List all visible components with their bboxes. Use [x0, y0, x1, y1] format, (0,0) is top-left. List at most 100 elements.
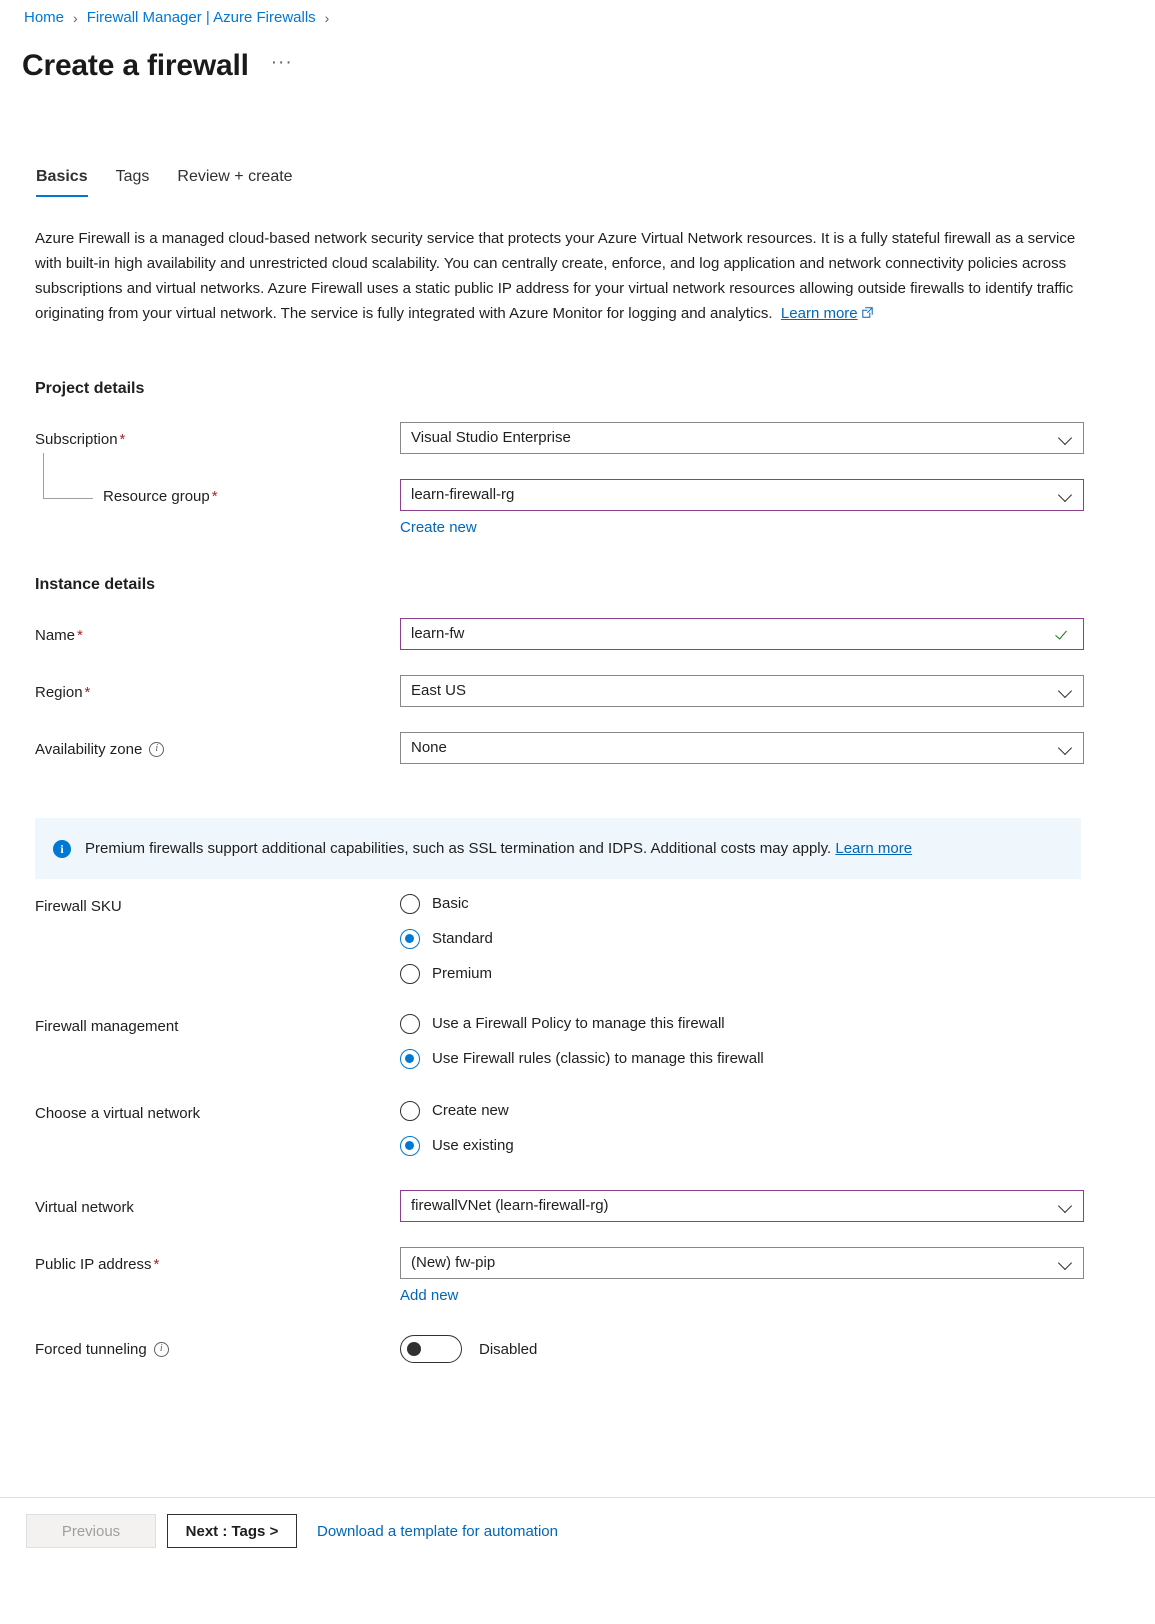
page-description: Azure Firewall is a managed cloud-based … [35, 226, 1081, 326]
tab-basics[interactable]: Basics [34, 166, 102, 197]
radio-option-standard[interactable]: Standard [400, 929, 1155, 949]
tab-tags[interactable]: Tags [102, 166, 164, 197]
radio-circle-selected-icon [400, 1136, 420, 1156]
banner-message: Premium firewalls support additional cap… [85, 840, 832, 857]
create-new-resource-group-link[interactable]: Create new [400, 518, 477, 538]
availability-zone-value: None [411, 739, 447, 756]
field-row-availability-zone: Availability zone None [35, 732, 1155, 764]
choose-vnet-label: Choose a virtual network [35, 1105, 201, 1122]
public-ip-dropdown[interactable]: (New) fw-pip [400, 1247, 1084, 1279]
public-ip-label: Public IP address * [35, 1256, 160, 1273]
subscription-value: Visual Studio Enterprise [411, 429, 571, 446]
breadcrumb-item-home[interactable]: Home [24, 8, 64, 28]
footer-divider [0, 1497, 1155, 1498]
previous-button[interactable]: Previous [26, 1514, 156, 1548]
availability-zone-dropdown[interactable]: None [400, 732, 1084, 764]
chevron-down-icon [1059, 488, 1073, 502]
add-new-public-ip-link[interactable]: Add new [400, 1286, 458, 1306]
footer-actions: Previous Next : Tags > Download a templa… [26, 1514, 558, 1548]
banner-text: Premium firewalls support additional cap… [85, 838, 912, 859]
resource-group-value: learn-firewall-rg [411, 486, 515, 503]
info-circle-icon [53, 839, 71, 858]
download-template-link[interactable]: Download a template for automation [317, 1523, 558, 1540]
radio-option-use-existing-vnet[interactable]: Use existing [400, 1136, 1155, 1156]
required-asterisk: * [119, 431, 126, 448]
radio-option-firewall-policy[interactable]: Use a Firewall Policy to manage this fir… [400, 1014, 1155, 1034]
banner-learn-more-link[interactable]: Learn more [835, 840, 912, 857]
required-asterisk: * [153, 1256, 160, 1273]
field-row-subscription: Subscription * Visual Studio Enterprise [35, 422, 1155, 454]
radio-circle-selected-icon [400, 1049, 420, 1069]
chevron-down-icon [1059, 1199, 1073, 1213]
breadcrumb-separator-icon: › [73, 10, 78, 26]
section-heading-project-details: Project details [35, 380, 145, 397]
section-heading-instance-details: Instance details [35, 576, 156, 593]
radio-circle-icon [400, 894, 420, 914]
subscription-dropdown[interactable]: Visual Studio Enterprise [400, 422, 1084, 454]
info-icon[interactable] [149, 741, 165, 757]
external-link-icon [861, 307, 873, 318]
field-row-region: Region * East US [35, 675, 1155, 707]
tree-connector [43, 453, 93, 499]
field-row-public-ip: Public IP address * (New) fw-pip Add new [35, 1247, 1155, 1306]
radio-label: Use Firewall rules (classic) to manage t… [432, 1050, 764, 1067]
forced-tunneling-toggle[interactable] [400, 1335, 462, 1363]
firewall-sku-radio-group: Basic Standard Premium [400, 894, 1155, 984]
radio-option-firewall-rules-classic[interactable]: Use Firewall rules (classic) to manage t… [400, 1049, 1155, 1069]
public-ip-value: (New) fw-pip [411, 1254, 496, 1271]
radio-option-basic[interactable]: Basic [400, 894, 1155, 914]
premium-info-banner: Premium firewalls support additional cap… [35, 818, 1081, 879]
field-row-name: Name * learn-fw [35, 618, 1155, 650]
radio-option-create-new-vnet[interactable]: Create new [400, 1101, 1155, 1121]
breadcrumb: Home › Firewall Manager | Azure Firewall… [24, 8, 338, 28]
chevron-down-icon [1059, 741, 1073, 755]
region-value: East US [411, 682, 467, 699]
firewall-management-radio-group: Use a Firewall Policy to manage this fir… [400, 1014, 1155, 1069]
radio-option-premium[interactable]: Premium [400, 964, 1155, 984]
required-asterisk: * [77, 627, 83, 644]
forced-tunneling-state: Disabled [479, 1340, 538, 1358]
firewall-sku-label: Firewall SKU [35, 898, 122, 915]
info-icon[interactable] [153, 1341, 169, 1357]
radio-label: Create new [432, 1102, 509, 1119]
region-label: Region * [35, 684, 91, 701]
learn-more-link[interactable]: Learn more [781, 305, 858, 322]
required-asterisk: * [211, 488, 218, 505]
toggle-knob [407, 1342, 421, 1356]
radio-label: Use existing [432, 1137, 514, 1154]
chevron-down-icon [1059, 684, 1073, 698]
radio-circle-icon [400, 964, 420, 984]
region-dropdown[interactable]: East US [400, 675, 1084, 707]
description-text: Azure Firewall is a managed cloud-based … [35, 230, 1076, 322]
subscription-label: Subscription * [35, 431, 126, 448]
breadcrumb-item-firewall-manager[interactable]: Firewall Manager | Azure Firewalls [87, 8, 316, 28]
tab-bar: Basics Tags Review + create [34, 166, 307, 197]
field-row-resource-group: Resource group * learn-firewall-rg Create… [35, 453, 1155, 538]
tab-review-create[interactable]: Review + create [163, 166, 306, 197]
radio-circle-icon [400, 1101, 420, 1121]
resource-group-dropdown[interactable]: learn-firewall-rg [400, 479, 1084, 511]
virtual-network-value: firewallVNet (learn-firewall-rg) [411, 1197, 609, 1214]
radio-label: Standard [432, 930, 493, 947]
availability-zone-label: Availability zone [35, 732, 400, 760]
field-row-virtual-network: Virtual network firewallVNet (learn-fire… [35, 1190, 1155, 1222]
virtual-network-dropdown[interactable]: firewallVNet (learn-firewall-rg) [400, 1190, 1084, 1222]
forced-tunneling-toggle-row: Disabled [400, 1335, 1155, 1363]
name-input[interactable]: learn-fw [400, 618, 1084, 650]
name-value: learn-fw [411, 625, 465, 642]
validation-check-icon [1057, 626, 1073, 642]
field-row-forced-tunneling: Forced tunneling Disabled [35, 1335, 1155, 1363]
field-row-choose-vnet: Choose a virtual network Create new Use … [35, 1101, 1155, 1156]
page-header: Create a firewall ··· [22, 46, 293, 86]
radio-circle-selected-icon [400, 929, 420, 949]
radio-circle-icon [400, 1014, 420, 1034]
radio-label: Basic [432, 895, 469, 912]
next-tags-button[interactable]: Next : Tags > [167, 1514, 297, 1548]
chevron-down-icon [1059, 1256, 1073, 1270]
name-label: Name * [35, 627, 83, 644]
forced-tunneling-label: Forced tunneling [35, 1335, 400, 1360]
choose-vnet-radio-group: Create new Use existing [400, 1101, 1155, 1156]
virtual-network-label: Virtual network [35, 1199, 134, 1216]
more-options-icon[interactable]: ··· [271, 53, 293, 79]
field-row-firewall-management: Firewall management Use a Firewall Polic… [35, 1014, 1155, 1069]
